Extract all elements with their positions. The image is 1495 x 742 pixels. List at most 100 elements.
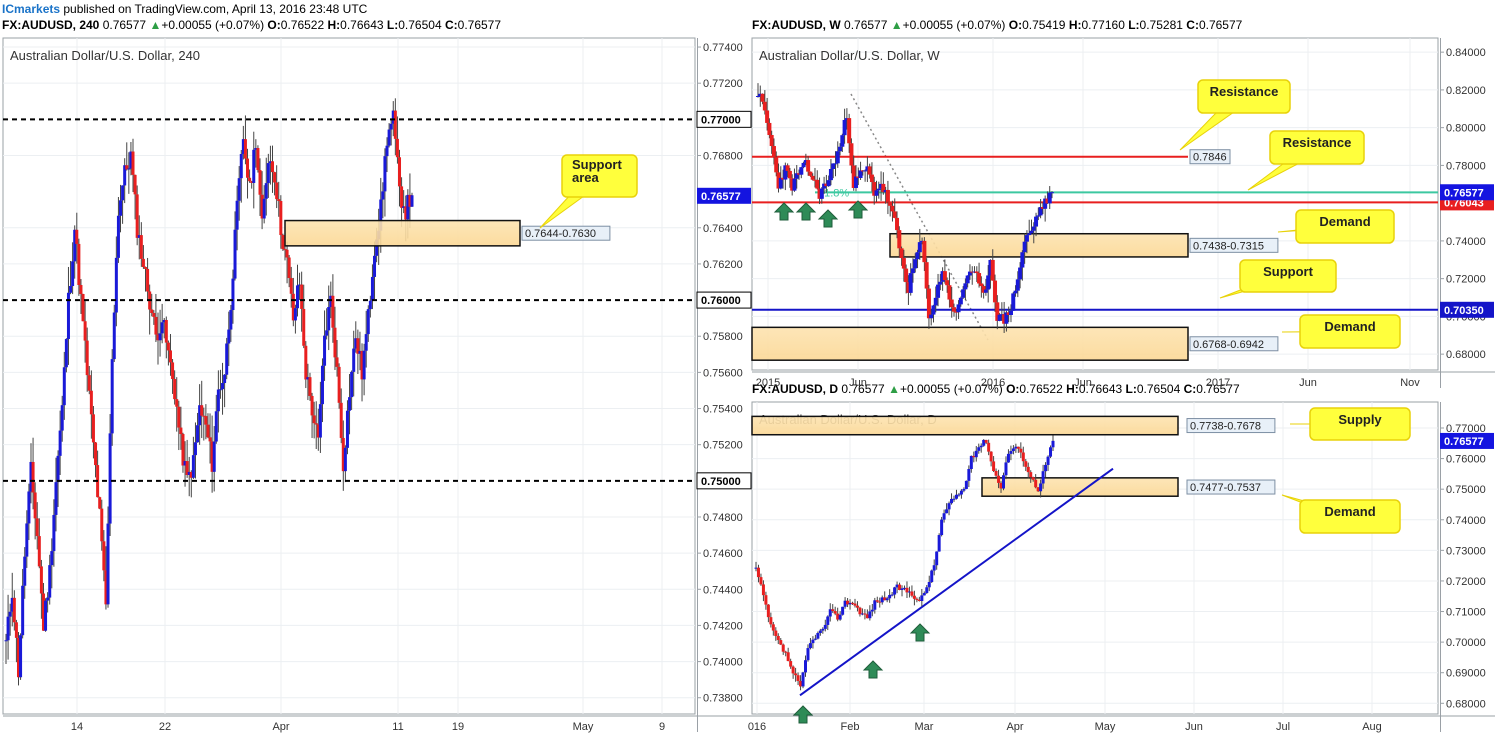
h4-time-tick-label: May [573,721,594,733]
w-price-tick-label: 0.84000 [1446,47,1486,59]
w-candle-down [949,299,954,308]
d-candle-up [957,494,961,496]
w-candle-up [1034,216,1039,227]
d-candle-down [855,605,859,608]
h4-candle-up [58,430,62,456]
w-candle-up [958,297,963,305]
d-candle-down [766,604,770,618]
d-time-tick-label: Jun [1185,721,1203,733]
h4-candle-down [12,597,16,623]
h4-candle-down [337,366,341,403]
h4-candle-up [368,300,372,310]
h4-candle-up [112,312,116,360]
w-candle-up [819,188,824,199]
h4-candle-down [308,377,312,396]
h4-candle-down [310,395,314,416]
h4-candle-down [83,321,87,341]
w-candle-down [888,201,893,206]
w-candle-up [1029,230,1034,234]
w-time-tick-label: Jun [1299,377,1317,389]
h4-candle-up [221,383,225,390]
d-candle-up [811,639,815,644]
d-time-tick-label: 016 [748,721,766,733]
h4-candle-down [395,138,399,158]
w-time-tick-label: 2015 [756,377,780,389]
d-zone-label: 0.7738-0.7678 [1190,421,1261,433]
d-candle-down [776,635,780,641]
w-time-tick-label: Jun [849,377,867,389]
h4-candle-down [168,350,172,363]
h4-candle-up [108,433,112,524]
w-candle-down [926,288,931,319]
d-price-tick-label: 0.76000 [1446,454,1486,466]
charts-canvas[interactable]: 0.77400 0.77200 0.76800 0.76400 0.76200 0.758… [0,0,1495,742]
h4-candle-down [91,414,95,443]
w-candle-up [828,168,833,181]
w-candle-down [979,283,984,287]
w-price-tag-label: 0.70350 [1444,305,1484,317]
h4-candle-up [196,425,200,443]
h4-candle-up [227,329,231,344]
h4-support-area-callout-text: area [572,170,600,185]
h4-candle-down [279,200,283,236]
h4-candle-down [333,327,337,358]
d-candle-up [974,450,978,458]
w-candle-down [890,205,895,212]
w-resistance-callout-text: Resistance [1210,84,1279,99]
h4-candle-down [173,379,177,400]
h4-candle-down [289,278,293,294]
d-candle-down [989,451,993,462]
h4-candle-down [177,406,181,428]
w-time-tick-label: 2016 [981,377,1005,389]
w-zone-label: 0.7438-0.7315 [1193,240,1264,252]
w-candle-up [917,242,922,253]
h4-price-tick-label: 0.75400 [703,404,743,416]
d-candle-down [771,624,775,631]
w-demand-callout-2-text: Demand [1324,319,1375,334]
h4-candle-up [23,556,27,586]
w-candle-down [762,101,767,111]
d-candle-down [764,595,768,605]
w-candle-down [760,93,765,102]
h4-candle-up [262,198,266,219]
w-candle-down [952,307,956,312]
h4-candle-down [181,434,185,466]
d-price-tick-label: 0.75000 [1446,484,1486,496]
h4-candle-up [323,335,327,366]
w-candle-down [867,166,872,175]
h4-candle-up [352,348,356,372]
h4-candle-down [179,427,183,435]
d-candle-down [833,611,837,614]
w-candle-down [922,240,927,263]
w-candle-down [767,122,772,135]
h4-candle-up [71,261,75,287]
h4-candle-down [131,151,135,175]
w-candle-up [913,259,918,269]
h4-candle-up [348,397,352,411]
d-candle-down [779,640,783,645]
d-candle-up [930,570,934,583]
d-price-tick-label: 0.69000 [1446,668,1486,680]
h4-candle-up [389,123,393,130]
h4-candle-down [150,309,154,314]
h4-price-tick-label: 0.75800 [703,331,743,343]
d-candle-up [1011,448,1015,452]
w-candle-down [808,171,813,176]
h4-candle-up [44,600,48,631]
w-candle-down [904,268,909,283]
h4-candle-down [258,170,262,195]
d-candle-up [1004,462,1008,476]
w-candle-up [1015,279,1020,291]
w-candle-down [815,179,820,189]
d-candle-up [1044,464,1048,472]
h4-candle-up [214,411,218,442]
d-candle-down [796,675,800,681]
h4-price-tick-label: 0.77400 [703,42,743,54]
d-time-tick-label: Mar [915,721,934,733]
d-candle-up [1006,453,1010,463]
h4-candle-up [350,371,354,398]
h4-candle-up [235,200,239,230]
w-candle-up [1013,290,1018,294]
w-candle-down [869,174,874,183]
h4-level-tag-label: 0.76000 [701,295,741,307]
